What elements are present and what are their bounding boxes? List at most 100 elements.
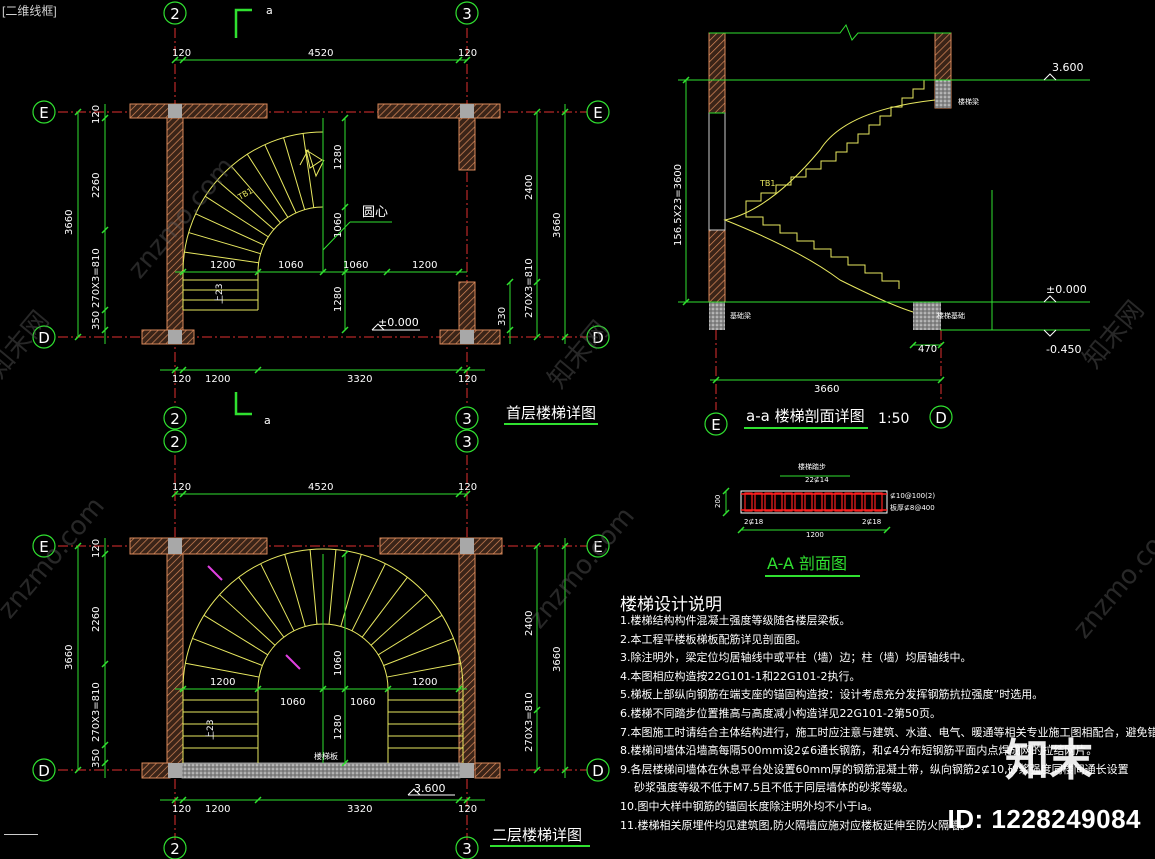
plan1-columns bbox=[168, 104, 474, 344]
section-beam-left bbox=[709, 302, 725, 330]
command-line-cursor[interactable] bbox=[4, 834, 38, 836]
plan1-axis-2-bottom: 2 bbox=[170, 410, 180, 428]
plan2-dim-1060-v: 1060 bbox=[333, 651, 344, 676]
plan2-dim-120-tr: 120 bbox=[458, 482, 477, 493]
plan2-level-label: 3.600 bbox=[414, 782, 446, 795]
plan1-dim-2260: 2260 bbox=[91, 173, 102, 198]
plan1-dim-330: 330 bbox=[497, 307, 508, 326]
plan1-level-label: ±0.000 bbox=[378, 316, 419, 329]
plan1-title: 首层楼梯详图 bbox=[506, 404, 596, 422]
plan1-axis-E-right: E bbox=[593, 104, 602, 122]
plan1-dim-270x3-l: 270X3=810 bbox=[91, 248, 102, 308]
section-break-lines bbox=[709, 23, 951, 114]
section-level-top: 3.600 bbox=[1052, 61, 1084, 74]
section-dim-470: 470 bbox=[918, 344, 937, 355]
section-level-bottom: -0.450 bbox=[1046, 343, 1081, 356]
plan1-dim-350: 350 bbox=[91, 311, 102, 330]
plan1-axis-3-top: 3 bbox=[462, 5, 472, 23]
plan1-dim-1200-l: 1200 bbox=[210, 260, 235, 271]
AA-left-bar: 2⊈18 bbox=[744, 518, 763, 526]
plan2-dim-3660-l: 3660 bbox=[64, 645, 75, 670]
plan2-axis-2-top: 2 bbox=[170, 433, 180, 451]
note-item: 6.楼梯不同踏步位置推高与高度减小构造详见22G101-2第50页。 bbox=[620, 706, 941, 720]
section-stair-soffit bbox=[723, 99, 936, 313]
plan1-dim-1200-b: 1200 bbox=[205, 374, 230, 385]
plan1-dim-3660-r: 3660 bbox=[552, 213, 563, 238]
plan1-dim-120-b: 120 bbox=[172, 374, 191, 385]
section-beam-top bbox=[935, 80, 951, 108]
plan2-inner-lines bbox=[258, 554, 388, 763]
plan2-title: 二层楼梯详图 bbox=[492, 826, 582, 844]
faint-watermark-2: 知末网 bbox=[542, 315, 615, 394]
plan2-axis-D-right: D bbox=[592, 762, 604, 780]
section-level-symbols bbox=[1043, 73, 1057, 337]
plan2-dim-1060-r: 1060 bbox=[350, 697, 375, 708]
plan2-dim-1200-b: 1200 bbox=[205, 804, 230, 815]
plan2-landing-slab bbox=[181, 762, 461, 779]
plan2-axis-3-bottom: 3 bbox=[462, 840, 472, 858]
section-scale: 1:50 bbox=[878, 411, 909, 427]
watermark-brand: 知末 bbox=[1005, 735, 1093, 786]
section-axis-E: E bbox=[711, 416, 720, 434]
plan1-dim-2400: 2400 bbox=[524, 175, 535, 200]
plan1-dim-120-v: 120 bbox=[91, 105, 102, 124]
section-beam-left-label: 基础梁 bbox=[730, 311, 751, 320]
plan1-dim-1060-v: 1060 bbox=[333, 213, 344, 238]
plan2-axis-3-top: 3 bbox=[462, 433, 472, 451]
plan2-columns bbox=[168, 538, 474, 778]
plan2: 2 3 2 3 E E D D 上23 楼梯板 3.600 120 4520 1… bbox=[32, 429, 610, 859]
note-item: 5.梯板上部纵向钢筋在端支座的锚固构造按：设计考虑充分发挥钢筋抗拉强度”时选用。 bbox=[620, 688, 1044, 702]
section-dim-rise: 156.5X23=3600 bbox=[673, 164, 684, 246]
section-level-lines bbox=[678, 79, 1090, 381]
viewport-tab-label[interactable]: [二维线框] bbox=[2, 2, 57, 19]
plan2-dim-2260: 2260 bbox=[91, 607, 102, 632]
plan1-up-label: 上23 bbox=[214, 284, 225, 304]
plan1-dim-4520: 4520 bbox=[308, 48, 333, 59]
plan1-stair bbox=[182, 131, 324, 311]
plan1-dim-1060-r: 1060 bbox=[343, 260, 368, 271]
plan1-dim-3320: 3320 bbox=[347, 374, 372, 385]
plan1-dim-270x3-r: 270X3=810 bbox=[524, 258, 535, 318]
section-title: a-a 楼梯剖面详图 bbox=[746, 407, 865, 425]
plan1-inner-lines bbox=[258, 118, 387, 273]
section-axis-D: D bbox=[935, 409, 947, 427]
AA-height: 200 bbox=[714, 495, 722, 508]
plan1: 2 3 2 3 E E D D 圆心 TB1 上23 ±0.000 120 45… bbox=[32, 1, 610, 430]
plan1-dim-3660-l: 3660 bbox=[64, 210, 75, 235]
note-item: 3.除注明外，梁定位均居轴线中或平柱（墙）边；柱（墙）均居轴线中。 bbox=[620, 651, 972, 665]
AA-title: A-A 剖面图 bbox=[767, 554, 847, 573]
plan2-dim-4520: 4520 bbox=[308, 482, 333, 493]
section-level-zero: ±0.000 bbox=[1046, 283, 1087, 296]
plan1-dim-120-br: 120 bbox=[458, 374, 477, 385]
plan1-section-mark-top: a bbox=[266, 4, 273, 17]
note-item: 4.本图相应构造按22G101-1和22G101-2执行。 bbox=[620, 669, 861, 683]
watermark-id: ID: 1228249084 bbox=[947, 804, 1141, 834]
section-beam-labels: 楼梯梁 基础梁 楼梯基础 bbox=[730, 97, 979, 320]
plan2-dim-120-v: 120 bbox=[91, 539, 102, 558]
plan1-dim-1280-b: 1280 bbox=[333, 287, 344, 312]
plan1-dim-1200-r: 1200 bbox=[412, 260, 437, 271]
section-beam-right-label: 楼梯基础 bbox=[937, 311, 965, 320]
plan2-dim-1060-l: 1060 bbox=[280, 697, 305, 708]
section-walls bbox=[708, 32, 952, 303]
section-level-text: 3.600 ±0.000 -0.450 bbox=[1046, 61, 1087, 356]
plan1-dim-1060-l: 1060 bbox=[278, 260, 303, 271]
plan2-dim-3660-r: 3660 bbox=[552, 647, 563, 672]
section-tb1-label: TB1 bbox=[759, 179, 775, 188]
AA-top-label: 楼梯踏步 bbox=[798, 462, 826, 471]
plan1-axis-3-bottom: 3 bbox=[462, 410, 472, 428]
plan1-axis-2-top: 2 bbox=[170, 5, 180, 23]
plan2-dim-350: 350 bbox=[91, 749, 102, 768]
section-dim-3660: 3660 bbox=[814, 384, 839, 395]
plan2-dim-1200-r: 1200 bbox=[412, 677, 437, 688]
plan1-section-mark-bottom: a bbox=[264, 414, 271, 427]
plan2-platform-label: 楼梯板 bbox=[314, 751, 338, 761]
plan2-dim-1200-l: 1200 bbox=[210, 677, 235, 688]
plan2-dim-270x3-l: 270X3=810 bbox=[91, 682, 102, 742]
note-item: 2.本工程平楼板梯板配筋详见剖面图。 bbox=[620, 632, 807, 646]
plan1-dim-1280-t: 1280 bbox=[333, 145, 344, 170]
plan2-dim-120-b: 120 bbox=[172, 804, 191, 815]
AA-right-bar: 2⊈18 bbox=[862, 518, 881, 526]
plan2-dim-120-tl: 120 bbox=[172, 482, 191, 493]
plan2-axis-2-bottom: 2 bbox=[170, 840, 180, 858]
